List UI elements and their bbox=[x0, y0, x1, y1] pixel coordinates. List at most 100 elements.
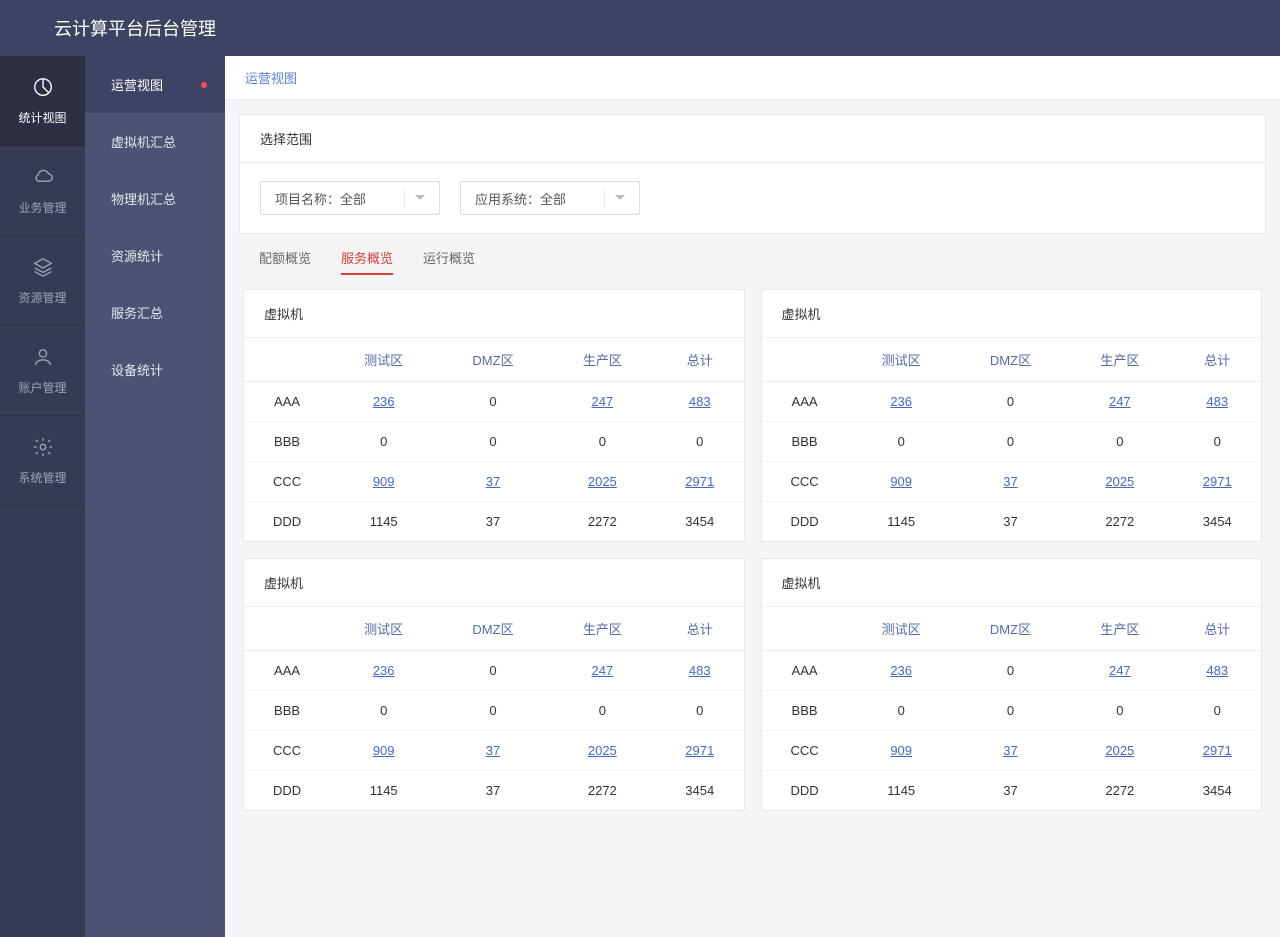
table-row: BBB0000 bbox=[762, 691, 1262, 731]
select-label: 应用系统：全部 bbox=[475, 189, 566, 208]
cell-link[interactable]: 909 bbox=[373, 474, 395, 489]
cell-link[interactable]: 483 bbox=[689, 663, 711, 678]
table-header-2: 生产区 bbox=[1066, 338, 1173, 382]
table-card-2: 虚拟机.测试区DMZ区生产区总计AAA2360247483BBB0000CCC9… bbox=[243, 558, 745, 811]
cell-link[interactable]: 2025 bbox=[588, 743, 617, 758]
tab-2[interactable]: 运行概览 bbox=[423, 248, 475, 275]
cell-link[interactable]: 37 bbox=[1003, 743, 1017, 758]
nav-item-2[interactable]: 资源管理 bbox=[0, 236, 85, 326]
nav-item-0[interactable]: 统计视图 bbox=[0, 56, 85, 146]
row-name: BBB bbox=[244, 691, 330, 731]
table-row: CCC9093720252971 bbox=[762, 462, 1262, 502]
cell-2: 2025 bbox=[549, 462, 656, 502]
subnav-item-0[interactable]: 运营视图 bbox=[85, 56, 225, 113]
cell-link[interactable]: 37 bbox=[1003, 474, 1017, 489]
cell-1: 37 bbox=[437, 462, 548, 502]
nav-label: 系统管理 bbox=[18, 469, 66, 486]
cell-3: 0 bbox=[1173, 422, 1261, 462]
cell-2: 2272 bbox=[549, 771, 656, 811]
cell-1: 37 bbox=[437, 771, 548, 811]
nav-item-3[interactable]: 账户管理 bbox=[0, 326, 85, 416]
cell-3: 2971 bbox=[1173, 731, 1261, 771]
cell-link[interactable]: 247 bbox=[1109, 394, 1131, 409]
table-header-empty: . bbox=[762, 338, 848, 382]
cell-1: 37 bbox=[955, 771, 1066, 811]
row-name: AAA bbox=[244, 382, 330, 422]
cell-link[interactable]: 247 bbox=[591, 663, 613, 678]
cell-3: 0 bbox=[656, 422, 744, 462]
cell-3: 2971 bbox=[656, 731, 744, 771]
cell-link[interactable]: 247 bbox=[1109, 663, 1131, 678]
table-header-1: DMZ区 bbox=[955, 338, 1066, 382]
cell-link[interactable]: 909 bbox=[890, 743, 912, 758]
row-name: BBB bbox=[762, 691, 848, 731]
subnav-item-4[interactable]: 服务汇总 bbox=[85, 284, 225, 341]
subnav-item-3[interactable]: 资源统计 bbox=[85, 227, 225, 284]
cell-link[interactable]: 2971 bbox=[1203, 743, 1232, 758]
cell-2: 247 bbox=[1066, 382, 1173, 422]
cell-link[interactable]: 236 bbox=[373, 663, 395, 678]
cell-3: 2971 bbox=[1173, 462, 1261, 502]
subnav-item-1[interactable]: 虚拟机汇总 bbox=[85, 113, 225, 170]
cell-3: 0 bbox=[656, 691, 744, 731]
table-header-3: 总计 bbox=[1173, 607, 1261, 651]
cell-link[interactable]: 37 bbox=[486, 743, 500, 758]
nav-label: 资源管理 bbox=[18, 289, 66, 306]
row-name: BBB bbox=[244, 422, 330, 462]
cell-3: 3454 bbox=[656, 502, 744, 542]
tab-0[interactable]: 配额概览 bbox=[259, 248, 311, 275]
table-card-3: 虚拟机.测试区DMZ区生产区总计AAA2360247483BBB0000CCC9… bbox=[761, 558, 1263, 811]
data-table: .测试区DMZ区生产区总计AAA2360247483BBB0000CCC9093… bbox=[244, 338, 744, 541]
cell-1: 0 bbox=[437, 691, 548, 731]
cell-link[interactable]: 37 bbox=[486, 474, 500, 489]
main-container: 统计视图业务管理资源管理账户管理系统管理 运营视图虚拟机汇总物理机汇总资源统计服… bbox=[0, 56, 1280, 937]
filter-title: 选择范围 bbox=[240, 115, 1265, 163]
cell-0: 1145 bbox=[330, 502, 437, 542]
nav-item-1[interactable]: 业务管理 bbox=[0, 146, 85, 236]
cell-1: 0 bbox=[437, 382, 548, 422]
cell-3: 3454 bbox=[1173, 771, 1261, 811]
cell-link[interactable]: 483 bbox=[1206, 663, 1228, 678]
content-area: 选择范围 项目名称：全部应用系统：全部 配额概览服务概览运行概览 虚拟机.测试区… bbox=[225, 100, 1280, 825]
breadcrumb: 运营视图 bbox=[225, 56, 1280, 100]
cell-link[interactable]: 236 bbox=[890, 663, 912, 678]
cell-link[interactable]: 236 bbox=[890, 394, 912, 409]
table-row: DDD11453722723454 bbox=[244, 502, 744, 542]
cell-0: 0 bbox=[330, 691, 437, 731]
table-header-0: 测试区 bbox=[330, 607, 437, 651]
cell-2: 2025 bbox=[1066, 731, 1173, 771]
sidebar-secondary: 运营视图虚拟机汇总物理机汇总资源统计服务汇总设备统计 bbox=[85, 56, 225, 937]
cell-2: 2272 bbox=[549, 502, 656, 542]
cell-0: 1145 bbox=[848, 771, 955, 811]
table-row: CCC 909 37 2025 2971 bbox=[244, 731, 744, 771]
select-0[interactable]: 项目名称：全部 bbox=[260, 181, 440, 215]
tab-1[interactable]: 服务概览 bbox=[341, 248, 393, 275]
cell-link[interactable]: 2025 bbox=[1105, 474, 1134, 489]
row-name: CCC bbox=[244, 731, 330, 771]
subnav-item-2[interactable]: 物理机汇总 bbox=[85, 170, 225, 227]
cell-link[interactable]: 909 bbox=[373, 743, 395, 758]
cell-link[interactable]: 2025 bbox=[588, 474, 617, 489]
breadcrumb-current[interactable]: 运营视图 bbox=[245, 71, 297, 86]
cell-link[interactable]: 2971 bbox=[685, 474, 714, 489]
cell-0: 909 bbox=[848, 462, 955, 502]
row-name: AAA bbox=[762, 382, 848, 422]
cell-link[interactable]: 909 bbox=[890, 474, 912, 489]
cell-link[interactable]: 236 bbox=[373, 394, 395, 409]
cell-link[interactable]: 2971 bbox=[1203, 474, 1232, 489]
nav-item-4[interactable]: 系统管理 bbox=[0, 416, 85, 506]
cell-link[interactable]: 483 bbox=[1206, 394, 1228, 409]
cell-2: 2025 bbox=[549, 731, 656, 771]
row-name: AAA bbox=[762, 651, 848, 691]
select-1[interactable]: 应用系统：全部 bbox=[460, 181, 640, 215]
subnav-item-5[interactable]: 设备统计 bbox=[85, 341, 225, 398]
cell-link[interactable]: 2025 bbox=[1105, 743, 1134, 758]
row-name: CCC bbox=[762, 731, 848, 771]
cell-0: 236 bbox=[848, 651, 955, 691]
cell-link[interactable]: 2971 bbox=[685, 743, 714, 758]
subnav-label: 物理机汇总 bbox=[111, 189, 176, 208]
cell-link[interactable]: 247 bbox=[591, 394, 613, 409]
cell-link[interactable]: 483 bbox=[689, 394, 711, 409]
table-row: AAA2360247483 bbox=[762, 651, 1262, 691]
cell-0: 909 bbox=[330, 462, 437, 502]
